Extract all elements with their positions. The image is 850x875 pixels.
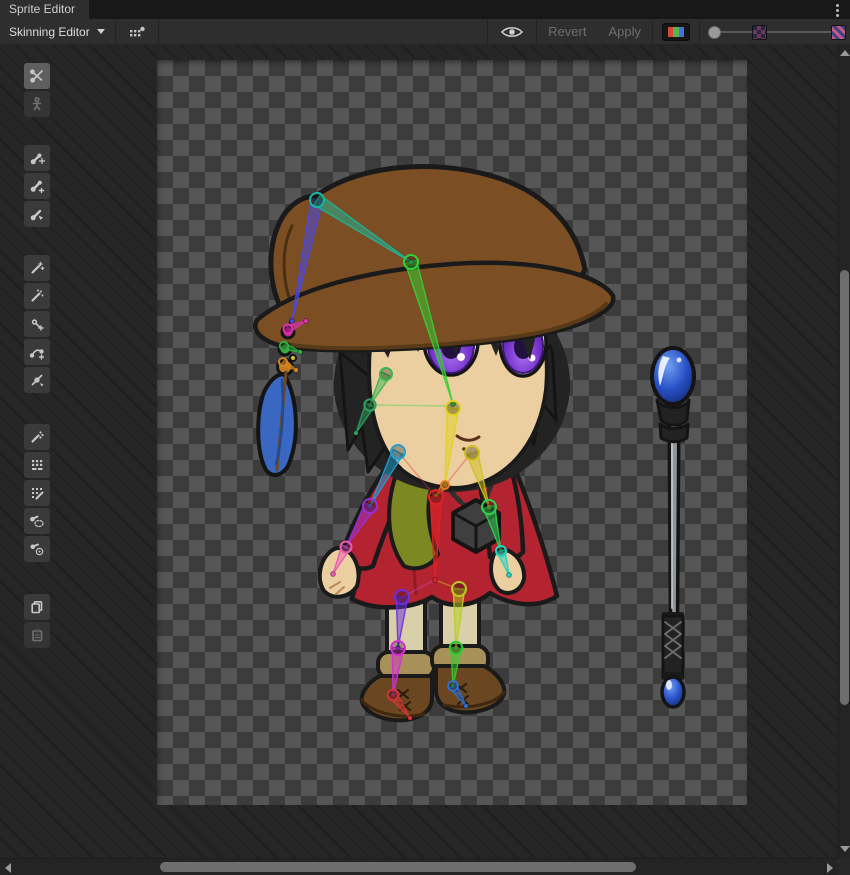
overlay-color-swatch[interactable] xyxy=(662,23,690,41)
visibility-toggle-button[interactable] xyxy=(488,19,536,44)
preview-pose-icon xyxy=(29,68,45,84)
revert-button[interactable]: Revert xyxy=(537,24,597,39)
weight-slider-icon xyxy=(29,457,45,473)
rgb-stripes-icon xyxy=(668,27,684,37)
restore-pose-icon xyxy=(29,96,45,112)
edit-joints-icon xyxy=(29,150,45,166)
paste-icon xyxy=(29,627,45,643)
sprite-visibility-button[interactable] xyxy=(116,19,158,44)
auto-geometry-icon xyxy=(29,260,45,276)
toolgroup-bones xyxy=(24,145,50,227)
tool-edit-joints[interactable] xyxy=(24,145,50,171)
slider-handle[interactable] xyxy=(708,26,721,39)
horizontal-scrollbar[interactable] xyxy=(0,858,838,875)
staff-sprite[interactable] xyxy=(652,348,694,707)
divider xyxy=(652,19,653,44)
split-edge-icon xyxy=(29,372,45,388)
kebab-menu-icon[interactable] xyxy=(832,3,842,17)
tool-weight-brush[interactable] xyxy=(24,480,50,506)
edit-geometry-icon xyxy=(29,288,45,304)
toolgroup-pose xyxy=(24,63,50,117)
editor-mode-label: Skinning Editor xyxy=(9,25,90,39)
bone-influence-icon xyxy=(29,513,45,529)
vertical-scrollbar-thumb[interactable] xyxy=(840,270,849,705)
toolgroup-clipboard xyxy=(24,594,50,648)
scroll-down-arrow-icon[interactable] xyxy=(840,846,850,852)
tool-bone-influence[interactable] xyxy=(24,508,50,534)
tab-bar: Sprite Editor xyxy=(0,0,850,19)
scrollbar-corner xyxy=(838,858,850,875)
create-bone-icon xyxy=(29,178,45,194)
toolbar: Skinning Editor Revert Apply xyxy=(0,19,850,45)
divider xyxy=(158,19,159,44)
tool-restore-pose[interactable] xyxy=(24,91,50,117)
tool-create-edge[interactable] xyxy=(24,339,50,365)
tool-preview-pose[interactable] xyxy=(24,63,50,89)
split-bone-icon xyxy=(29,206,45,222)
texture-swatch-icon[interactable] xyxy=(752,25,767,40)
tool-weight-slider[interactable] xyxy=(24,452,50,478)
tool-edit-geometry[interactable] xyxy=(24,283,50,309)
create-edge-icon xyxy=(29,344,45,360)
bone-link xyxy=(371,405,453,406)
tool-paste[interactable] xyxy=(24,622,50,648)
horizontal-scrollbar-thumb[interactable] xyxy=(160,862,636,872)
chevron-down-icon xyxy=(97,29,105,34)
eye-icon xyxy=(500,25,524,39)
tool-split-bone[interactable] xyxy=(24,201,50,227)
create-vertex-icon xyxy=(29,316,45,332)
overlay-opacity-slider[interactable] xyxy=(708,19,846,44)
tool-auto-geometry[interactable] xyxy=(24,255,50,281)
slider-track[interactable] xyxy=(712,31,844,33)
tab-sprite-editor[interactable]: Sprite Editor xyxy=(0,0,89,19)
tool-split-edge[interactable] xyxy=(24,367,50,393)
toolgroup-geometry xyxy=(24,255,50,393)
weight-brush-icon xyxy=(29,485,45,501)
tool-sprite-influence[interactable] xyxy=(24,536,50,562)
auto-weights-icon xyxy=(29,429,45,445)
tool-create-bone[interactable] xyxy=(24,173,50,199)
scroll-left-arrow-icon[interactable] xyxy=(5,863,11,873)
toolgroup-weights xyxy=(24,424,50,562)
scroll-right-arrow-icon[interactable] xyxy=(827,863,833,873)
tool-create-vertex[interactable] xyxy=(24,311,50,337)
dots-grid-icon xyxy=(128,25,146,39)
stripes-swatch-icon[interactable] xyxy=(831,25,846,40)
skinning-workspace xyxy=(0,44,838,858)
divider xyxy=(699,19,700,44)
tool-auto-weights[interactable] xyxy=(24,424,50,450)
sprite-canvas[interactable] xyxy=(157,60,747,805)
editor-mode-dropdown[interactable]: Skinning Editor xyxy=(0,19,115,44)
tool-copy[interactable] xyxy=(24,594,50,620)
apply-button[interactable]: Apply xyxy=(597,24,652,39)
vertical-scrollbar[interactable] xyxy=(838,44,850,858)
scroll-up-arrow-icon[interactable] xyxy=(840,50,850,56)
sprite-influence-icon xyxy=(29,541,45,557)
copy-icon xyxy=(29,599,45,615)
